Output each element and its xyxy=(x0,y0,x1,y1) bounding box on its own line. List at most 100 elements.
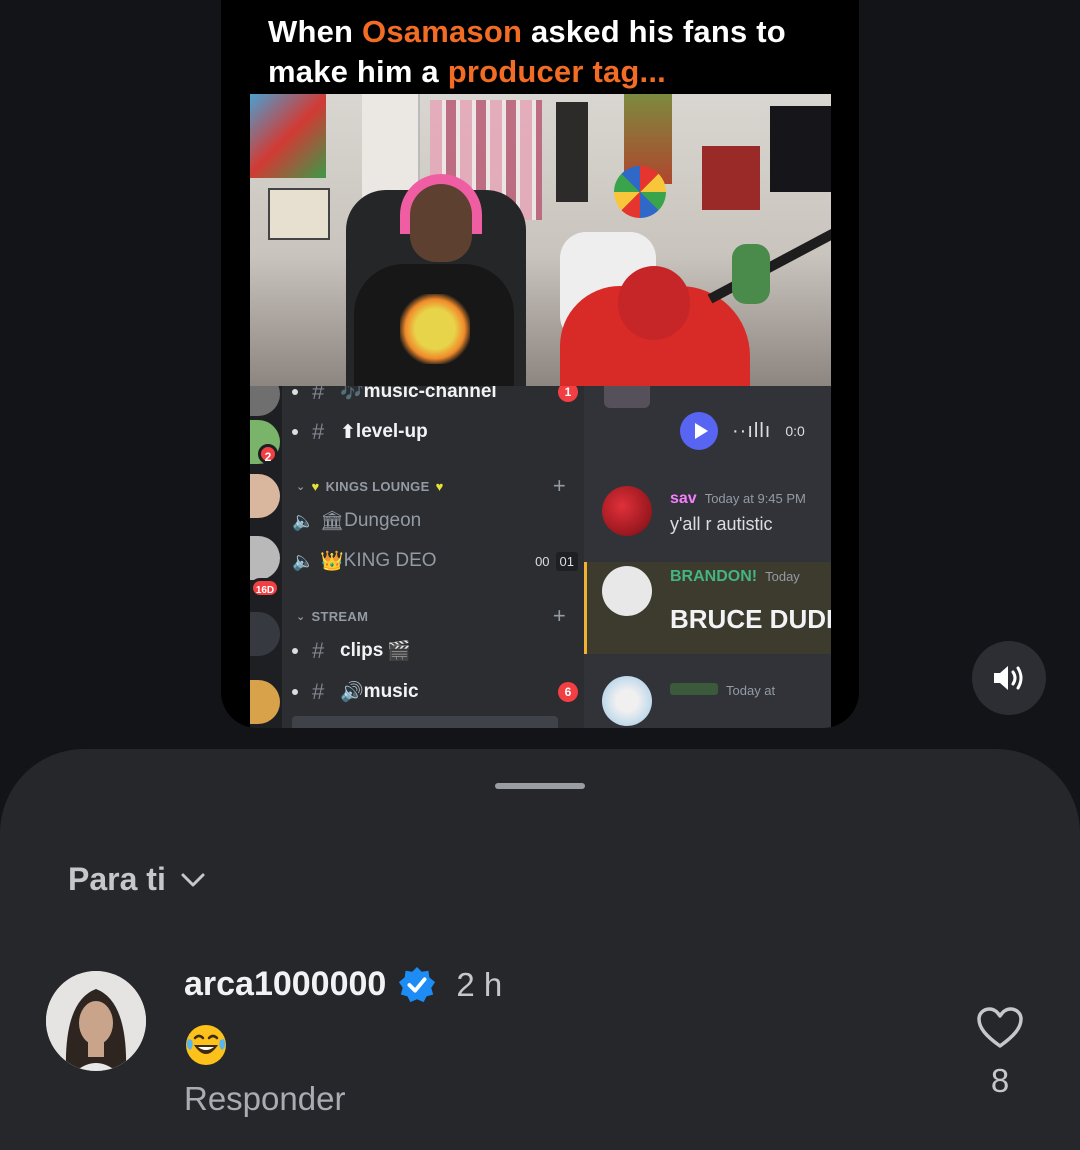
channel-name: KING DEO xyxy=(343,550,437,571)
voice-channel-item[interactable]: 🔈 🏛 Dungeon xyxy=(292,506,578,536)
user-photo xyxy=(46,971,146,1071)
counter-limit: 01 xyxy=(555,551,578,571)
voice-channel-icon: 🔈 xyxy=(292,510,315,531)
channel-prefix: ⬆ xyxy=(340,421,356,443)
comment-time: 2 h xyxy=(456,965,503,1003)
user-avatar[interactable] xyxy=(602,486,652,536)
channel-item[interactable]: # ⬆ level-up xyxy=(292,417,578,447)
server-badge: 2 xyxy=(258,444,278,464)
message-text: y'all r autistic xyxy=(670,514,773,534)
comment-filter-dropdown[interactable]: Para ti xyxy=(68,861,206,898)
prize-wheel xyxy=(614,166,666,218)
caption-highlight: Osamason xyxy=(362,14,523,49)
comments-sheet: Para ti arca1000000 2 h Responder 8 xyxy=(0,749,1080,1150)
comment-header: arca1000000 2 h xyxy=(184,965,502,1004)
voice-channel-item[interactable]: 🔈 👑 KING DEO 00 01 xyxy=(292,546,578,576)
drag-handle[interactable] xyxy=(495,783,585,789)
wall-tv xyxy=(770,106,831,192)
message-author: BRANDON! Today xyxy=(670,568,800,586)
voice-channel-icon: 🔈 xyxy=(292,550,315,571)
message-author: Today at xyxy=(670,682,775,700)
caption-highlight: producer tag... xyxy=(447,54,666,89)
reply-button[interactable]: Responder xyxy=(184,1080,345,1118)
server-avatar xyxy=(250,474,280,518)
server-list: 2 16D xyxy=(250,386,282,728)
like-heart-icon[interactable] xyxy=(976,1006,1024,1050)
server-avatar xyxy=(250,680,280,724)
channel-name: music xyxy=(363,681,419,702)
add-channel-icon: + xyxy=(552,603,566,628)
stream-scene xyxy=(250,94,831,386)
toy-figure xyxy=(732,244,770,304)
mention-badge: 1 xyxy=(558,386,578,402)
category-name: KINGS LOUNGE xyxy=(325,478,430,494)
avatar[interactable] xyxy=(46,971,146,1071)
hash-icon: # xyxy=(312,638,325,663)
like-count: 8 xyxy=(990,1062,1010,1099)
unread-dot xyxy=(292,389,298,395)
server-avatar xyxy=(250,612,280,656)
server-badge: 16D xyxy=(250,578,280,598)
channel-item[interactable]: # 🔊 music 6 xyxy=(292,677,578,707)
chevron-down-icon: ⌄ xyxy=(296,480,306,493)
selected-channel[interactable] xyxy=(292,716,558,728)
channel-name: music-channel xyxy=(363,386,497,402)
play-button[interactable] xyxy=(680,412,718,450)
audio-time: 0:0 xyxy=(785,423,805,439)
channel-prefix: 🏛 xyxy=(320,511,345,532)
message-text: BRUCE DUDE xyxy=(670,604,831,634)
channel-name: Dungeon xyxy=(344,510,422,531)
verified-badge-icon xyxy=(399,966,436,1002)
discord-overlay: 2 16D # 🎶 music-channel 1 # ⬆ level-up ⌄… xyxy=(250,386,831,728)
channel-name: clips xyxy=(340,640,384,661)
volume-button[interactable] xyxy=(972,641,1046,715)
heart-icon: ♥ xyxy=(311,478,320,494)
video-caption: When Osamason asked his fans to make him… xyxy=(268,12,848,92)
blurred-name xyxy=(670,683,718,695)
user-avatar[interactable] xyxy=(602,676,652,726)
channel-name: level-up xyxy=(355,421,428,442)
user-counter: 00 01 xyxy=(531,551,578,571)
channel-prefix: 👑 xyxy=(320,551,344,572)
wall-sign xyxy=(268,188,330,240)
message-time: Today xyxy=(765,569,800,584)
chevron-down-icon xyxy=(181,873,205,886)
channel-prefix: 🎶 xyxy=(340,386,364,403)
channel-prefix: 🔊 xyxy=(340,682,364,703)
category-header[interactable]: ⌄ ♥ KINGS LOUNGE ♥ + xyxy=(296,473,566,498)
chevron-down-icon: ⌄ xyxy=(296,610,306,623)
server-avatar xyxy=(250,536,280,580)
channel-suffix: 🎬 xyxy=(387,641,411,662)
comment-username[interactable]: arca1000000 xyxy=(184,965,386,1004)
previous-message-embed xyxy=(604,386,650,408)
channel-item[interactable]: # 🎶 music-channel 1 xyxy=(292,386,578,407)
author-name: sav xyxy=(670,490,697,507)
hash-icon: # xyxy=(312,679,325,704)
hash-icon: # xyxy=(312,419,325,444)
reel-video[interactable]: When Osamason asked his fans to make him… xyxy=(221,0,859,728)
unread-dot xyxy=(292,429,298,435)
poster xyxy=(556,102,588,202)
add-channel-icon: + xyxy=(552,473,566,498)
server-avatar xyxy=(250,386,280,416)
user-avatar[interactable] xyxy=(602,566,652,616)
reel-comments-screen: When Osamason asked his fans to make him… xyxy=(0,0,1080,1150)
channel-item[interactable]: # clips 🎬 xyxy=(292,636,578,666)
message-time: Today at 9:45 PM xyxy=(704,491,806,506)
category-name: STREAM xyxy=(311,608,369,624)
category-header[interactable]: ⌄ STREAM + xyxy=(296,603,566,628)
unread-dot xyxy=(292,689,298,695)
unread-dot xyxy=(292,648,298,654)
filter-label: Para ti xyxy=(68,861,166,897)
author-name: BRANDON! xyxy=(670,568,758,585)
mention-badge: 6 xyxy=(558,682,578,702)
message-author: sav Today at 9:45 PM xyxy=(670,490,806,508)
counter-current: 00 xyxy=(535,553,550,569)
channel-list: # 🎶 music-channel 1 # ⬆ level-up ⌄ ♥ KIN… xyxy=(282,386,582,728)
waveform-icon: ··ıllı xyxy=(732,419,772,442)
wall-painting xyxy=(250,94,326,178)
audio-player: ··ıllı 0:0 xyxy=(680,412,831,450)
hash-icon: # xyxy=(312,386,325,404)
shirt-graphic xyxy=(400,294,470,364)
red-durag-head xyxy=(618,266,690,340)
